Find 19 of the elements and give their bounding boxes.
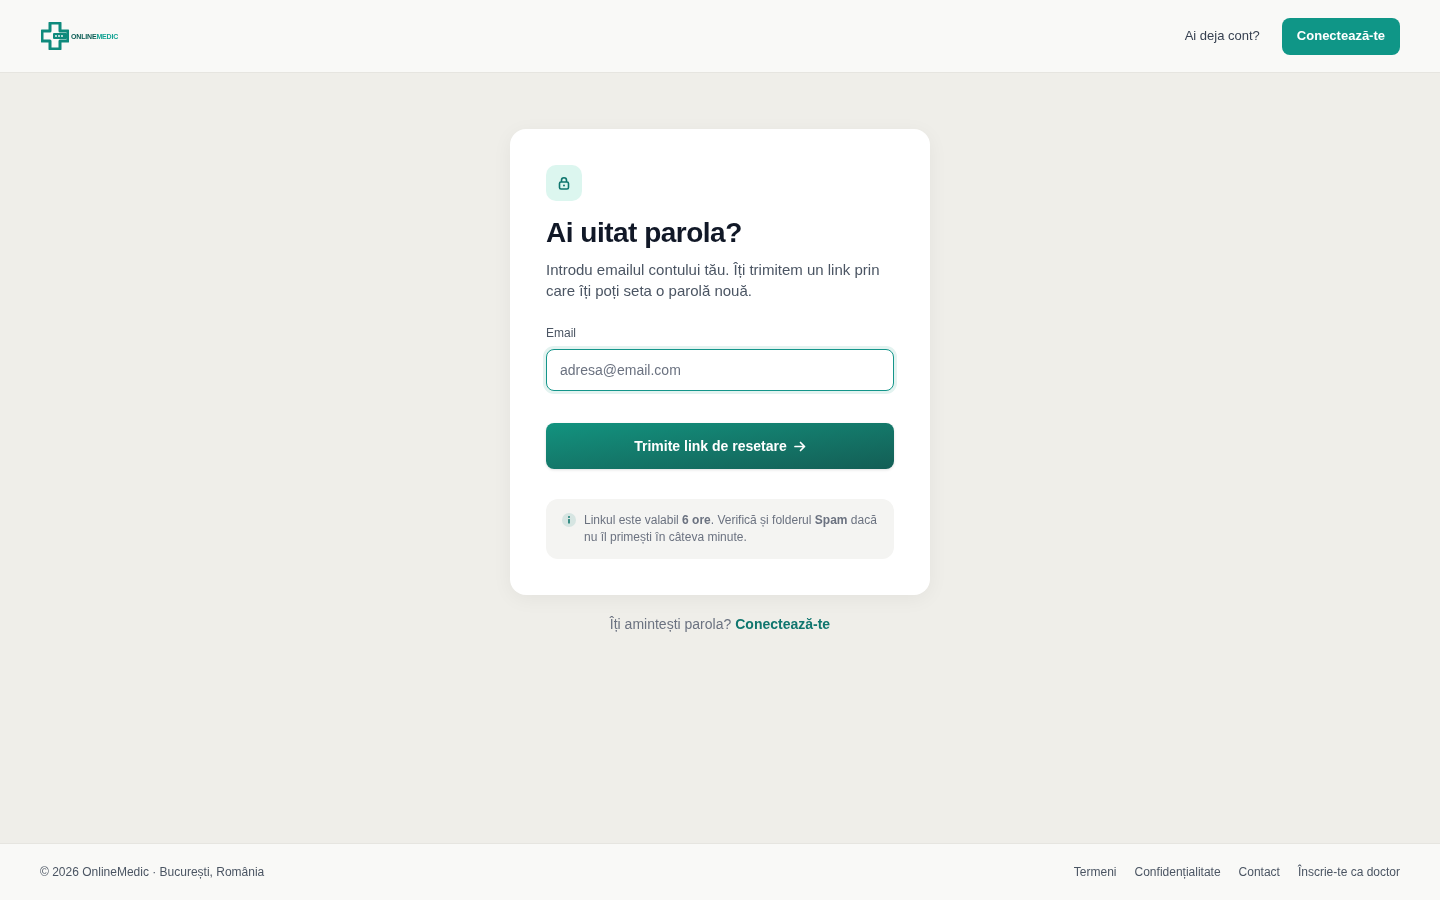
info-icon xyxy=(562,513,576,527)
email-field[interactable]: adresa@email.com xyxy=(546,349,894,391)
login-button[interactable]: Conectează-te xyxy=(1281,17,1400,55)
arrow-right-icon xyxy=(793,440,806,452)
account-link[interactable]: Ai deja cont? xyxy=(1184,26,1260,46)
description-text: Introdu emailul contului tău. Îți trimitem un link prin care îți poți seta o parolă nouă. xyxy=(546,260,881,301)
remember-text: Îți amintești parola? xyxy=(609,615,732,634)
copyright-text: © 2026 OnlineMedic · București, România xyxy=(40,864,265,881)
page-title: Ai uitat parola? xyxy=(546,216,743,250)
footer-link[interactable]: Confidențialitate xyxy=(1134,863,1221,881)
footer-link[interactable]: Înscrie-te ca doctor xyxy=(1297,863,1400,881)
footer-link[interactable]: Termeni xyxy=(1073,863,1117,881)
submit-button[interactable]: Trimite link de resetare xyxy=(546,423,894,469)
lock-icon xyxy=(546,165,582,201)
info-text: Linkul este valabil 6 ore. Verifică și folderul Spam dacă nu îl primești în câteva minute. xyxy=(584,512,878,546)
footer-link[interactable]: Contact xyxy=(1238,863,1280,881)
medical-cross-logo-icon xyxy=(41,22,69,50)
email-label: Email xyxy=(546,325,577,342)
login-link[interactable]: Conectează-te xyxy=(735,614,831,635)
